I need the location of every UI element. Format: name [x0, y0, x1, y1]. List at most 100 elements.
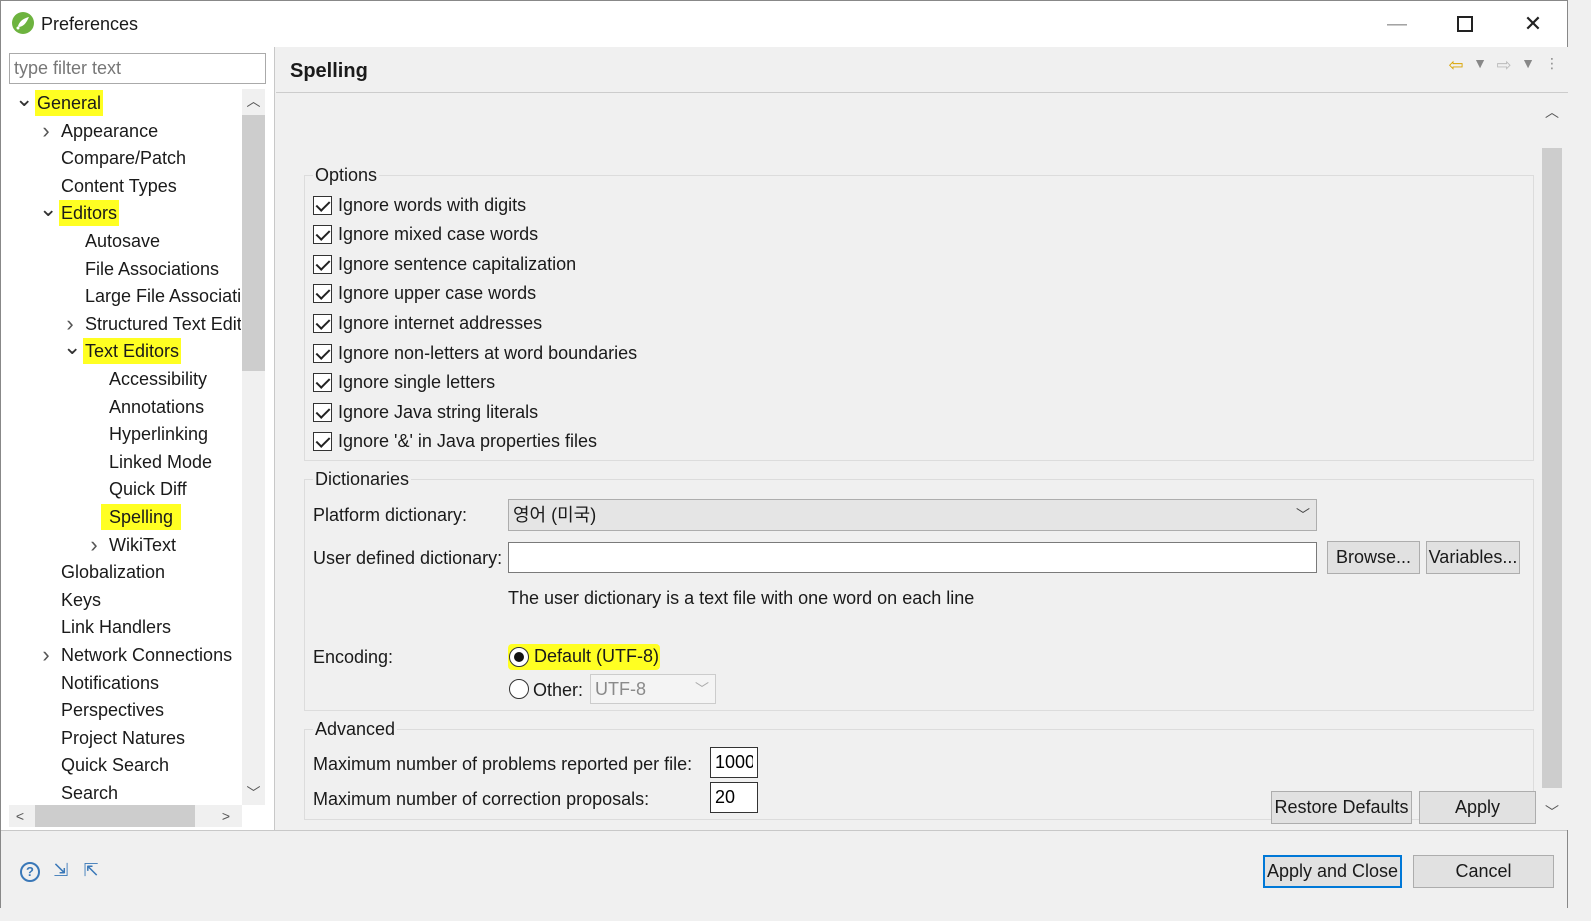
- chevron-right-icon[interactable]: ›: [63, 311, 77, 337]
- chevron-right-icon[interactable]: ›: [87, 532, 101, 558]
- tree-item-notifications[interactable]: Notifications: [1, 670, 241, 696]
- variables-button[interactable]: Variables...: [1426, 541, 1520, 574]
- window-title: Preferences: [41, 14, 139, 34]
- import-icon[interactable]: ⇲: [50, 859, 72, 881]
- tree-item-label: Quick Search: [61, 755, 170, 776]
- browse-button[interactable]: Browse...: [1327, 541, 1420, 574]
- tree-item-text-editors[interactable]: ⌄ Text Editors: [1, 336, 241, 365]
- chevron-down-icon[interactable]: ⌄: [39, 198, 57, 226]
- tree-item-label: Network Connections: [61, 645, 233, 665]
- option-checkbox-row[interactable]: Ignore sentence capitalization: [313, 251, 576, 277]
- option-checkbox-row[interactable]: Ignore Java string literals: [313, 399, 538, 425]
- max-proposals-input[interactable]: [710, 782, 758, 813]
- tree-item-quick-search[interactable]: Quick Search: [1, 752, 241, 778]
- close-button[interactable]: ✕: [1499, 1, 1567, 47]
- tree-item-label: Globalization: [61, 562, 166, 583]
- tree-item-search[interactable]: Search: [1, 780, 241, 805]
- scroll-up-icon[interactable]: ︿: [242, 89, 265, 113]
- scroll-right-icon[interactable]: >: [215, 805, 237, 827]
- tree-hscroll-thumb[interactable]: [35, 805, 195, 827]
- back-menu-chevron-icon[interactable]: ▼: [1470, 55, 1490, 76]
- cancel-button[interactable]: Cancel: [1413, 855, 1554, 888]
- forward-arrow-icon[interactable]: ⇨: [1494, 55, 1514, 76]
- tree-item-hyperlinking[interactable]: Hyperlinking: [1, 421, 241, 447]
- checkbox[interactable]: [313, 313, 332, 333]
- tree-item-wikitext[interactable]: › WikiText: [1, 532, 241, 558]
- tree-item-label: Keys: [61, 589, 102, 610]
- view-menu-icon[interactable]: ⋮: [1542, 55, 1562, 76]
- tree-item-accessibility[interactable]: Accessibility: [1, 366, 241, 392]
- scroll-down-icon[interactable]: ﹀: [1540, 800, 1564, 824]
- tree-vertical-scrollbar[interactable]: ︿ ﹀: [242, 89, 265, 805]
- tree-item-network-connections[interactable]: › Network Connections: [1, 642, 241, 668]
- option-checkbox-row[interactable]: Ignore single letters: [313, 370, 495, 396]
- export-icon[interactable]: ⇱: [80, 859, 102, 881]
- tree-item-globalization[interactable]: Globalization: [1, 559, 241, 585]
- checkbox[interactable]: [313, 254, 332, 274]
- tree-item-label: Autosave: [85, 231, 161, 251]
- page-scroll-thumb[interactable]: [1542, 148, 1562, 788]
- tree-item-link-handlers[interactable]: Link Handlers: [1, 614, 241, 640]
- page-vertical-scrollbar[interactable]: ︿ ﹀: [1540, 94, 1564, 830]
- maximize-button[interactable]: [1431, 1, 1499, 47]
- option-checkbox-row[interactable]: Ignore upper case words: [313, 281, 536, 307]
- tree-item-compare-patch[interactable]: Compare/Patch: [1, 145, 241, 171]
- checkbox[interactable]: [313, 225, 332, 245]
- checkbox[interactable]: [313, 195, 332, 215]
- filter-input[interactable]: [9, 53, 266, 84]
- page-nav-toolbar: ⇦ ▼ ⇨ ▼ ⋮: [1446, 55, 1562, 76]
- tree-item-linked-mode[interactable]: Linked Mode: [1, 449, 241, 475]
- tree-item-label: Perspectives: [61, 700, 165, 721]
- chevron-right-icon[interactable]: ›: [39, 118, 53, 144]
- restore-defaults-button[interactable]: Restore Defaults: [1271, 791, 1412, 824]
- platform-dictionary-select[interactable]: 영어 (미국) ﹀: [508, 499, 1317, 531]
- user-dictionary-input[interactable]: [508, 542, 1317, 573]
- tree-item-autosave[interactable]: Autosave: [1, 228, 241, 254]
- tree-item-perspectives[interactable]: Perspectives: [1, 697, 241, 723]
- tree-item-content-types[interactable]: Content Types: [1, 173, 241, 199]
- tree-item-appearance[interactable]: › Appearance: [1, 118, 241, 144]
- scroll-up-icon[interactable]: ︿: [1540, 100, 1564, 124]
- user-dictionary-label: User defined dictionary:: [313, 548, 503, 568]
- other-encoding-radio[interactable]: [509, 679, 529, 699]
- option-checkbox-row[interactable]: Ignore internet addresses: [313, 310, 542, 336]
- tree-item-project-natures[interactable]: Project Natures: [1, 725, 241, 751]
- minimize-button[interactable]: —: [1363, 1, 1431, 47]
- max-problems-input[interactable]: [710, 747, 758, 778]
- options-group: Options Ignore words with digits Ignore m…: [304, 165, 1534, 461]
- scroll-down-icon[interactable]: ﹀: [242, 781, 265, 805]
- default-encoding-radio[interactable]: [509, 647, 529, 667]
- tree-item-general[interactable]: ⌄ General: [1, 89, 241, 116]
- checkbox[interactable]: [313, 432, 332, 452]
- checkbox[interactable]: [313, 343, 332, 363]
- option-checkbox-row[interactable]: Ignore mixed case words: [313, 222, 538, 248]
- apply-and-close-button[interactable]: Apply and Close: [1263, 855, 1402, 888]
- tree-item-spelling[interactable]: Spelling: [1, 504, 241, 530]
- tree-item-file-associations[interactable]: File Associations: [1, 256, 241, 282]
- tree-item-label: WikiText: [109, 534, 176, 555]
- tree-item-annotations[interactable]: Annotations: [1, 394, 241, 420]
- forward-menu-chevron-icon[interactable]: ▼: [1518, 55, 1538, 76]
- chevron-down-icon[interactable]: ⌄: [15, 89, 33, 116]
- tree-item-keys[interactable]: Keys: [1, 587, 241, 613]
- tree-item-editors[interactable]: ⌄ Editors: [1, 198, 241, 227]
- scroll-left-icon[interactable]: <: [9, 805, 31, 827]
- checkbox[interactable]: [313, 373, 332, 393]
- help-icon[interactable]: ?: [19, 859, 41, 882]
- chevron-right-icon[interactable]: ›: [39, 642, 53, 668]
- back-arrow-icon[interactable]: ⇦: [1446, 55, 1466, 76]
- option-checkbox-row[interactable]: Ignore words with digits: [313, 192, 526, 218]
- checkbox[interactable]: [313, 402, 332, 422]
- tree-item-large-file-associations[interactable]: Large File Associations: [1, 283, 241, 309]
- apply-button[interactable]: Apply: [1419, 791, 1536, 824]
- chevron-down-icon[interactable]: ⌄: [63, 336, 81, 364]
- tree-scroll-thumb[interactable]: [242, 115, 265, 371]
- tree-horizontal-scrollbar[interactable]: < >: [9, 805, 242, 827]
- default-encoding-option[interactable]: Default (UTF-8): [508, 644, 660, 670]
- checkbox[interactable]: [313, 284, 332, 304]
- tree-item-structured-text-editors[interactable]: › Structured Text Editors: [1, 311, 241, 337]
- checkbox-label: Ignore sentence capitalization: [338, 253, 577, 274]
- tree-item-quick-diff[interactable]: Quick Diff: [1, 476, 241, 502]
- option-checkbox-row[interactable]: Ignore '&' in Java properties files: [313, 429, 597, 455]
- option-checkbox-row[interactable]: Ignore non-letters at word boundaries: [313, 340, 637, 366]
